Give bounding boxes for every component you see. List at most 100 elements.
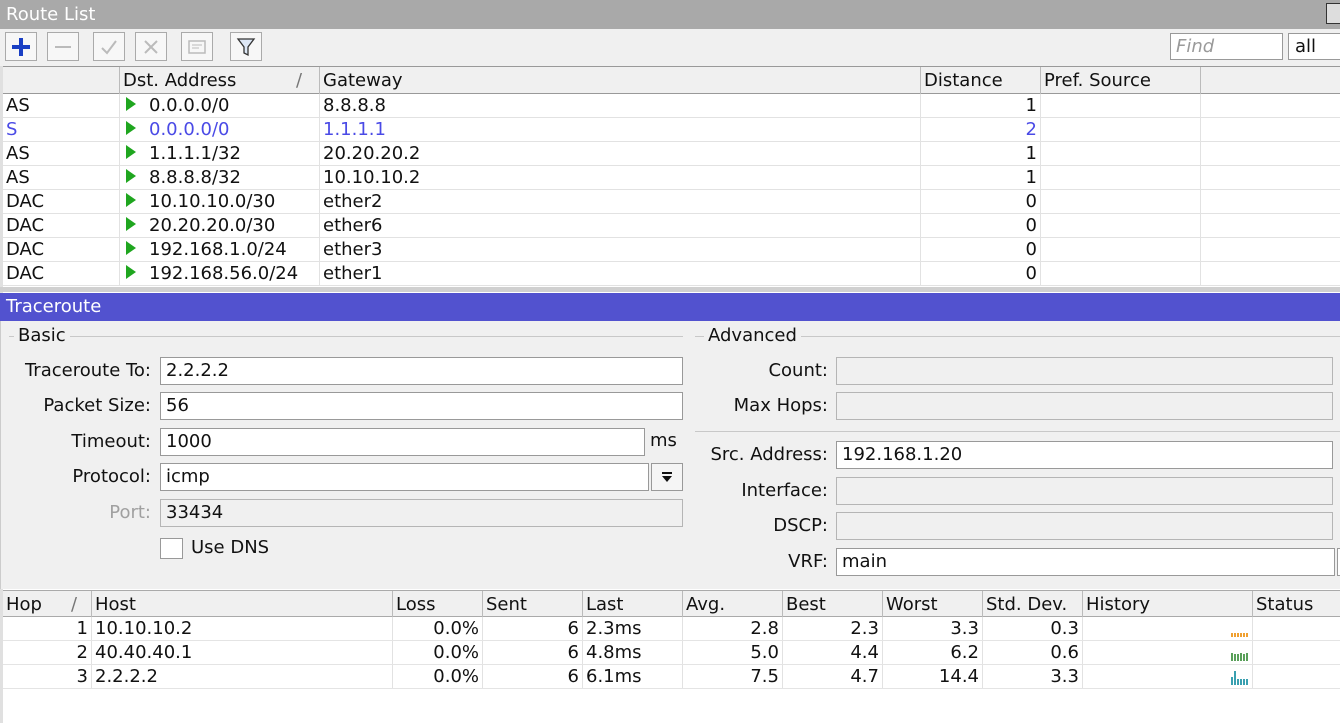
col-flags[interactable] <box>3 67 120 94</box>
traceroute-title: Traceroute <box>6 296 102 317</box>
route-distance: 0 <box>921 262 1041 285</box>
dropdown-arrow-icon <box>662 472 672 482</box>
route-row[interactable]: AS 1.1.1.1/32 20.20.20.2 1 <box>3 142 1340 166</box>
col-host[interactable]: Host <box>92 591 393 618</box>
route-flags: AS <box>3 142 120 165</box>
hop-avg: 5.0 <box>683 641 783 664</box>
hop-avg: 7.5 <box>683 665 783 688</box>
timeout-label: Timeout: <box>71 431 151 452</box>
hop-history <box>1083 617 1253 640</box>
history-bar <box>1240 633 1242 637</box>
route-row[interactable]: DAC 192.168.56.0/24 ether1 0 <box>3 262 1340 286</box>
count-input[interactable] <box>836 357 1333 385</box>
protocol-dropdown-button[interactable] <box>651 463 683 491</box>
route-dst-address: 10.10.10.0/30 <box>149 191 276 212</box>
col-best[interactable]: Best <box>783 591 883 618</box>
col-gateway[interactable]: Gateway <box>320 67 921 94</box>
max-hops-input[interactable] <box>836 392 1333 420</box>
basic-group-line <box>9 336 683 337</box>
col-sent[interactable]: Sent <box>483 591 583 618</box>
route-flags: S <box>3 118 120 141</box>
timeout-input[interactable]: 1000 <box>160 428 645 456</box>
route-gateway: ether2 <box>320 190 921 213</box>
col-worst[interactable]: Worst <box>883 591 983 618</box>
route-pref-source <box>1041 262 1201 285</box>
col-hop[interactable]: Hop / <box>3 591 92 618</box>
route-row[interactable]: S 0.0.0.0/0 1.1.1.1 2 <box>3 118 1340 142</box>
col-avg[interactable]: Avg. <box>683 591 783 618</box>
packet-size-input[interactable]: 56 <box>160 392 683 420</box>
history-bar <box>1246 653 1248 661</box>
interface-input[interactable] <box>836 477 1333 505</box>
route-row[interactable]: DAC 10.10.10.0/30 ether2 0 <box>3 190 1340 214</box>
history-bar <box>1231 677 1233 685</box>
route-row[interactable]: AS 0.0.0.0/0 8.8.8.8 1 <box>3 94 1340 118</box>
hop-row[interactable]: 2 40.40.40.1 0.0% 6 4.8ms 5.0 4.4 6.2 0.6 <box>3 641 1340 665</box>
port-label: Port: <box>109 502 151 523</box>
filter-button[interactable] <box>230 32 262 61</box>
add-button[interactable] <box>5 32 37 61</box>
splitter[interactable] <box>0 287 1340 292</box>
hop-best: 4.4 <box>783 641 883 664</box>
history-bar <box>1243 679 1245 685</box>
hop-row[interactable]: 3 2.2.2.2 0.0% 6 6.1ms 7.5 4.7 14.4 3.3 <box>3 665 1340 689</box>
route-flags: DAC <box>3 214 120 237</box>
filter-select[interactable]: all <box>1288 33 1340 60</box>
traceroute-to-input[interactable]: 2.2.2.2 <box>160 357 683 385</box>
route-dst-address-cell: 0.0.0.0/0 <box>120 94 320 117</box>
route-dst-address: 192.168.1.0/24 <box>149 239 287 260</box>
route-gateway: 8.8.8.8 <box>320 94 921 117</box>
dscp-input[interactable] <box>836 512 1333 540</box>
hop-last: 4.8ms <box>583 641 683 664</box>
col-status[interactable]: Status <box>1253 591 1340 618</box>
route-list-title: Route List <box>6 4 96 25</box>
route-dst-address-cell: 1.1.1.1/32 <box>120 142 320 165</box>
route-dst-address-cell: 0.0.0.0/0 <box>120 118 320 141</box>
route-dst-address-cell: 8.8.8.8/32 <box>120 166 320 189</box>
window-maximize-button[interactable] <box>1326 3 1340 24</box>
hop-best: 4.7 <box>783 665 883 688</box>
history-bar <box>1237 633 1239 637</box>
protocol-select[interactable]: icmp <box>160 463 649 491</box>
history-bar <box>1243 633 1245 637</box>
col-pref-source[interactable]: Pref. Source <box>1041 67 1201 94</box>
basic-group-label: Basic <box>14 325 70 346</box>
route-flags: AS <box>3 94 120 117</box>
use-dns-checkbox[interactable] <box>160 538 183 559</box>
route-pref-source <box>1041 214 1201 237</box>
col-distance[interactable]: Distance <box>921 67 1041 94</box>
route-distance: 1 <box>921 142 1041 165</box>
hop-row[interactable]: 1 10.10.10.2 0.0% 6 2.3ms 2.8 2.3 3.3 0.3 <box>3 617 1340 641</box>
col-std-dev[interactable]: Std. Dev. <box>983 591 1083 618</box>
hop-host: 40.40.40.1 <box>92 641 393 664</box>
enable-button[interactable] <box>93 32 125 61</box>
filter-icon <box>236 37 256 56</box>
vrf-select[interactable]: main <box>836 548 1335 576</box>
route-distance: 0 <box>921 214 1041 237</box>
hop-host: 2.2.2.2 <box>92 665 393 688</box>
route-dst-address: 8.8.8.8/32 <box>149 167 241 188</box>
history-bar <box>1246 679 1248 685</box>
comment-button[interactable] <box>181 32 213 61</box>
route-distance: 1 <box>921 94 1041 117</box>
route-row[interactable]: AS 8.8.8.8/32 10.10.10.2 1 <box>3 166 1340 190</box>
hops-table-header: Hop / Host Loss Sent Last Avg. Best Worst… <box>3 590 1340 618</box>
col-dst-address[interactable]: Dst. Address / <box>120 67 320 94</box>
col-history[interactable]: History <box>1083 591 1253 618</box>
route-pref-source <box>1041 190 1201 213</box>
find-input[interactable]: Find <box>1170 33 1283 60</box>
col-loss[interactable]: Loss <box>393 591 483 618</box>
src-address-input[interactable]: 192.168.1.20 <box>836 441 1333 469</box>
route-row[interactable]: DAC 192.168.1.0/24 ether3 0 <box>3 238 1340 262</box>
col-last[interactable]: Last <box>583 591 683 618</box>
hop-history <box>1083 641 1253 664</box>
interface-label: Interface: <box>741 480 828 501</box>
port-input[interactable]: 33434 <box>160 499 683 527</box>
remove-button[interactable] <box>47 32 79 61</box>
route-dst-address-cell: 192.168.56.0/24 <box>120 262 320 285</box>
disable-button[interactable] <box>135 32 167 61</box>
timeout-unit: ms <box>650 430 677 451</box>
route-pref-source <box>1041 94 1201 117</box>
route-row[interactable]: DAC 20.20.20.0/30 ether6 0 <box>3 214 1340 238</box>
hop-loss: 0.0% <box>393 641 483 664</box>
